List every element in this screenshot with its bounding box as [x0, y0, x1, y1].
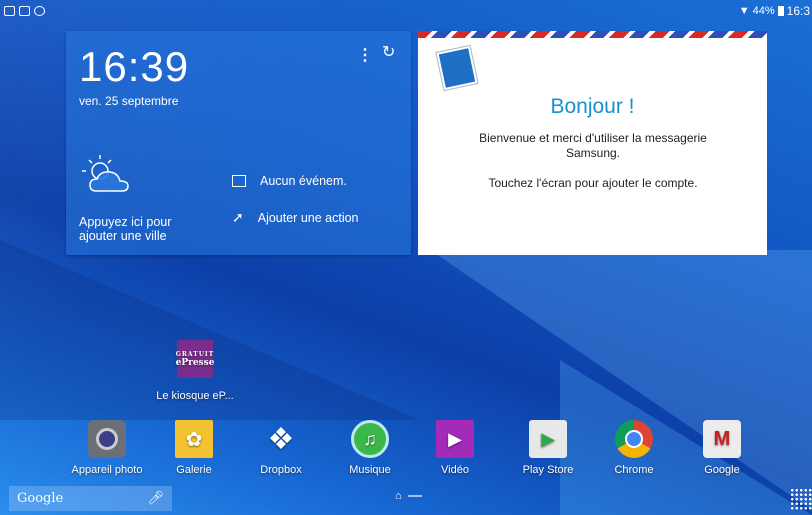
- app-epresse[interactable]: GRATUIT ePresse Le kiosque eP...: [155, 340, 235, 402]
- camera-icon: [88, 420, 126, 458]
- home-icon: ⌂: [395, 490, 402, 502]
- wifi-icon: ▼: [738, 5, 750, 17]
- app-video[interactable]: ▶ Vidéo: [418, 420, 492, 476]
- dropbox-icon: ❖: [267, 422, 295, 456]
- mail-message: Bienvenue et merci d'utiliser la message…: [479, 131, 707, 160]
- app-label: Dropbox: [260, 464, 302, 476]
- app-playstore[interactable]: ▶ Play Store: [511, 420, 585, 476]
- add-city-prompt[interactable]: Appuyez ici pour ajouter une ville: [79, 215, 209, 243]
- email-widget[interactable]: Bonjour ! Bienvenue et merci d'utiliser …: [418, 31, 767, 255]
- app-label: Appareil photo: [71, 464, 143, 476]
- app-label: Chrome: [614, 464, 654, 476]
- mail-title: Bonjour !: [550, 95, 635, 118]
- app-label: Google: [704, 464, 740, 476]
- refresh-icon[interactable]: ↻: [382, 42, 395, 62]
- app-camera[interactable]: Appareil photo: [70, 420, 144, 476]
- add-action-text: Ajouter une action: [257, 210, 359, 225]
- status-bar: ▼ 44% 16:3: [0, 0, 812, 22]
- mail-hint: Touchez l'écran pour ajouter le compte.: [488, 176, 698, 190]
- video-icon: ▶: [436, 420, 474, 458]
- app-label: Galerie: [176, 464, 212, 476]
- microphone-icon[interactable]: 🎤︎: [147, 491, 164, 506]
- app-label: Vidéo: [441, 464, 469, 476]
- clock-date: ven. 25 septembre: [79, 94, 179, 108]
- epresse-badge-top: GRATUIT: [175, 350, 215, 358]
- cast-icon: [4, 6, 15, 16]
- calendar-icon: [232, 175, 246, 187]
- epresse-icon: GRATUIT ePresse: [175, 340, 215, 378]
- clock-weather-widget[interactable]: 16:39 ven. 25 septembre ⋮ ↻ Appuyez ici …: [66, 31, 411, 255]
- add-action-row[interactable]: ➚ Ajouter une action: [232, 209, 359, 226]
- gallery-icon: ✿: [175, 420, 213, 458]
- clock-time: 16:39: [79, 43, 190, 90]
- dove-stamp-icon: [436, 45, 478, 91]
- app-google-folder[interactable]: M Google: [685, 420, 759, 476]
- app-dropbox[interactable]: ❖ Dropbox: [244, 420, 318, 477]
- music-icon: ♫: [351, 420, 389, 458]
- screenshot-icon: [19, 6, 30, 16]
- more-options-icon[interactable]: ⋮: [357, 45, 373, 65]
- app-label: Le kiosque eP...: [156, 390, 234, 402]
- google-search-bar[interactable]: Google 🎤︎: [9, 486, 172, 511]
- app-label: Play Store: [522, 464, 574, 476]
- epresse-badge-name: ePresse: [175, 357, 215, 368]
- calendar-row[interactable]: Aucun événem.: [232, 174, 347, 188]
- app-gallery[interactable]: ✿ Galerie: [157, 420, 231, 476]
- page-dash: [407, 495, 422, 497]
- apps-drawer-icon[interactable]: [790, 488, 812, 510]
- app-music[interactable]: ♫ Musique: [333, 420, 407, 476]
- playstore-icon: ▶: [529, 420, 567, 458]
- app-chrome[interactable]: Chrome: [597, 420, 671, 476]
- partly-cloudy-icon: [82, 155, 129, 192]
- page-indicator[interactable]: ⌂: [395, 490, 422, 502]
- calendar-text: Aucun événem.: [260, 174, 347, 188]
- app-label: Musique: [349, 464, 391, 476]
- notification-icon: [34, 6, 45, 16]
- airmail-stripe: [418, 31, 767, 38]
- status-time: 16:3: [786, 4, 810, 18]
- google-logo: Google: [17, 491, 64, 506]
- battery-percent: 44%: [752, 5, 775, 17]
- chrome-icon: [615, 420, 653, 458]
- trend-icon: ➚: [232, 209, 244, 225]
- google-folder-icon: M: [703, 420, 741, 458]
- battery-icon: [777, 6, 784, 16]
